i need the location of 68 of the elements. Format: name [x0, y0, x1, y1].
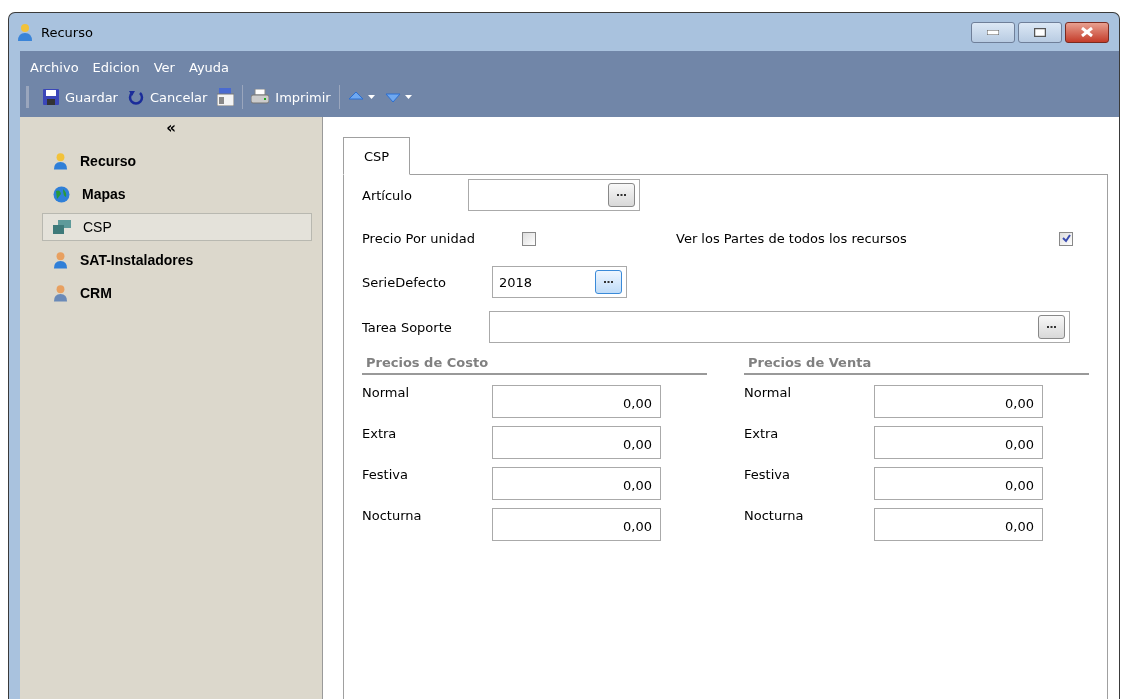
checkbox[interactable] — [1059, 231, 1073, 246]
globe-icon — [53, 185, 70, 203]
number-field[interactable]: 0,00 — [874, 426, 1043, 459]
field-label: Normal — [362, 385, 411, 400]
input-field[interactable]: 2018 — [492, 266, 627, 298]
minimize-icon — [987, 29, 999, 35]
up-arrow-icon — [347, 91, 364, 103]
person-icon — [53, 284, 68, 302]
card-icon — [217, 88, 235, 106]
toolbar-button[interactable]: Cancelar — [125, 89, 210, 105]
field-label: Extra — [744, 426, 780, 441]
tab[interactable]: CSP — [343, 137, 411, 175]
printer-icon — [251, 89, 270, 105]
caret-icon — [367, 95, 375, 99]
field-label: Nocturna — [744, 508, 805, 523]
input-field[interactable] — [489, 311, 1070, 343]
section-heading: Precios de Costo — [362, 355, 707, 375]
undo-icon — [127, 89, 144, 105]
number-field[interactable]: 0,00 — [492, 467, 661, 500]
field-label: Tarea Soporte — [362, 319, 453, 335]
tiles-icon — [53, 220, 71, 234]
number-field[interactable]: 0,00 — [874, 508, 1043, 541]
save-icon — [43, 89, 59, 105]
sidebar-item[interactable]: Recurso — [42, 147, 312, 175]
toolbar-button[interactable]: Imprimir — [249, 89, 333, 105]
collapse-button[interactable]: « — [166, 119, 176, 137]
close-button[interactable] — [1065, 21, 1109, 43]
browse-button[interactable] — [595, 270, 622, 294]
caret-icon — [404, 95, 412, 99]
menu-item[interactable]: Ayuda — [188, 59, 230, 75]
menu-item[interactable]: Edicion — [92, 59, 140, 75]
field-label: Festiva — [362, 467, 409, 482]
sidebar-item[interactable]: CSP — [42, 213, 312, 241]
number-field[interactable]: 0,00 — [492, 385, 661, 418]
number-field[interactable]: 0,00 — [874, 385, 1043, 418]
number-field[interactable]: 0,00 — [874, 467, 1043, 500]
field-label: Extra — [362, 426, 398, 441]
down-arrow-icon — [384, 91, 401, 103]
browse-button[interactable] — [1038, 315, 1065, 339]
person-icon — [17, 23, 33, 41]
maximize-icon — [1034, 27, 1046, 37]
close-icon — [1081, 27, 1093, 37]
checkbox-label: Ver los Partes de todos los recursos — [676, 231, 908, 246]
grip-icon — [26, 86, 29, 108]
minimize-button[interactable] — [971, 21, 1015, 43]
card-button[interactable] — [215, 88, 237, 106]
sidebar-item[interactable]: Mapas — [42, 180, 312, 208]
menu-item[interactable]: Ver — [153, 59, 175, 75]
sidebar-item[interactable]: SAT-Instaladores — [42, 246, 312, 274]
browse-button[interactable] — [608, 183, 635, 207]
toolbar-button[interactable]: Guardar — [41, 89, 120, 105]
number-field[interactable]: 0,00 — [492, 426, 661, 459]
field-label: Festiva — [744, 467, 791, 482]
checkbox[interactable] — [522, 231, 536, 246]
section-heading: Precios de Venta — [744, 355, 1089, 375]
field-label: Normal — [744, 385, 793, 400]
checkbox-label: Precio Por unidad — [362, 231, 476, 246]
field-label: Nocturna — [362, 508, 423, 523]
field-label: SerieDefecto — [362, 274, 447, 290]
menu-item[interactable]: Archivo — [30, 59, 79, 75]
number-field[interactable]: 0,00 — [492, 508, 661, 541]
sidebar-item[interactable]: CRM — [42, 279, 312, 307]
window-title: Recurso — [41, 24, 93, 40]
maximize-button[interactable] — [1018, 21, 1062, 43]
field-label: Artículo — [362, 187, 413, 203]
check-icon — [1061, 234, 1071, 243]
input-field[interactable] — [468, 179, 640, 211]
person-icon — [53, 152, 68, 170]
